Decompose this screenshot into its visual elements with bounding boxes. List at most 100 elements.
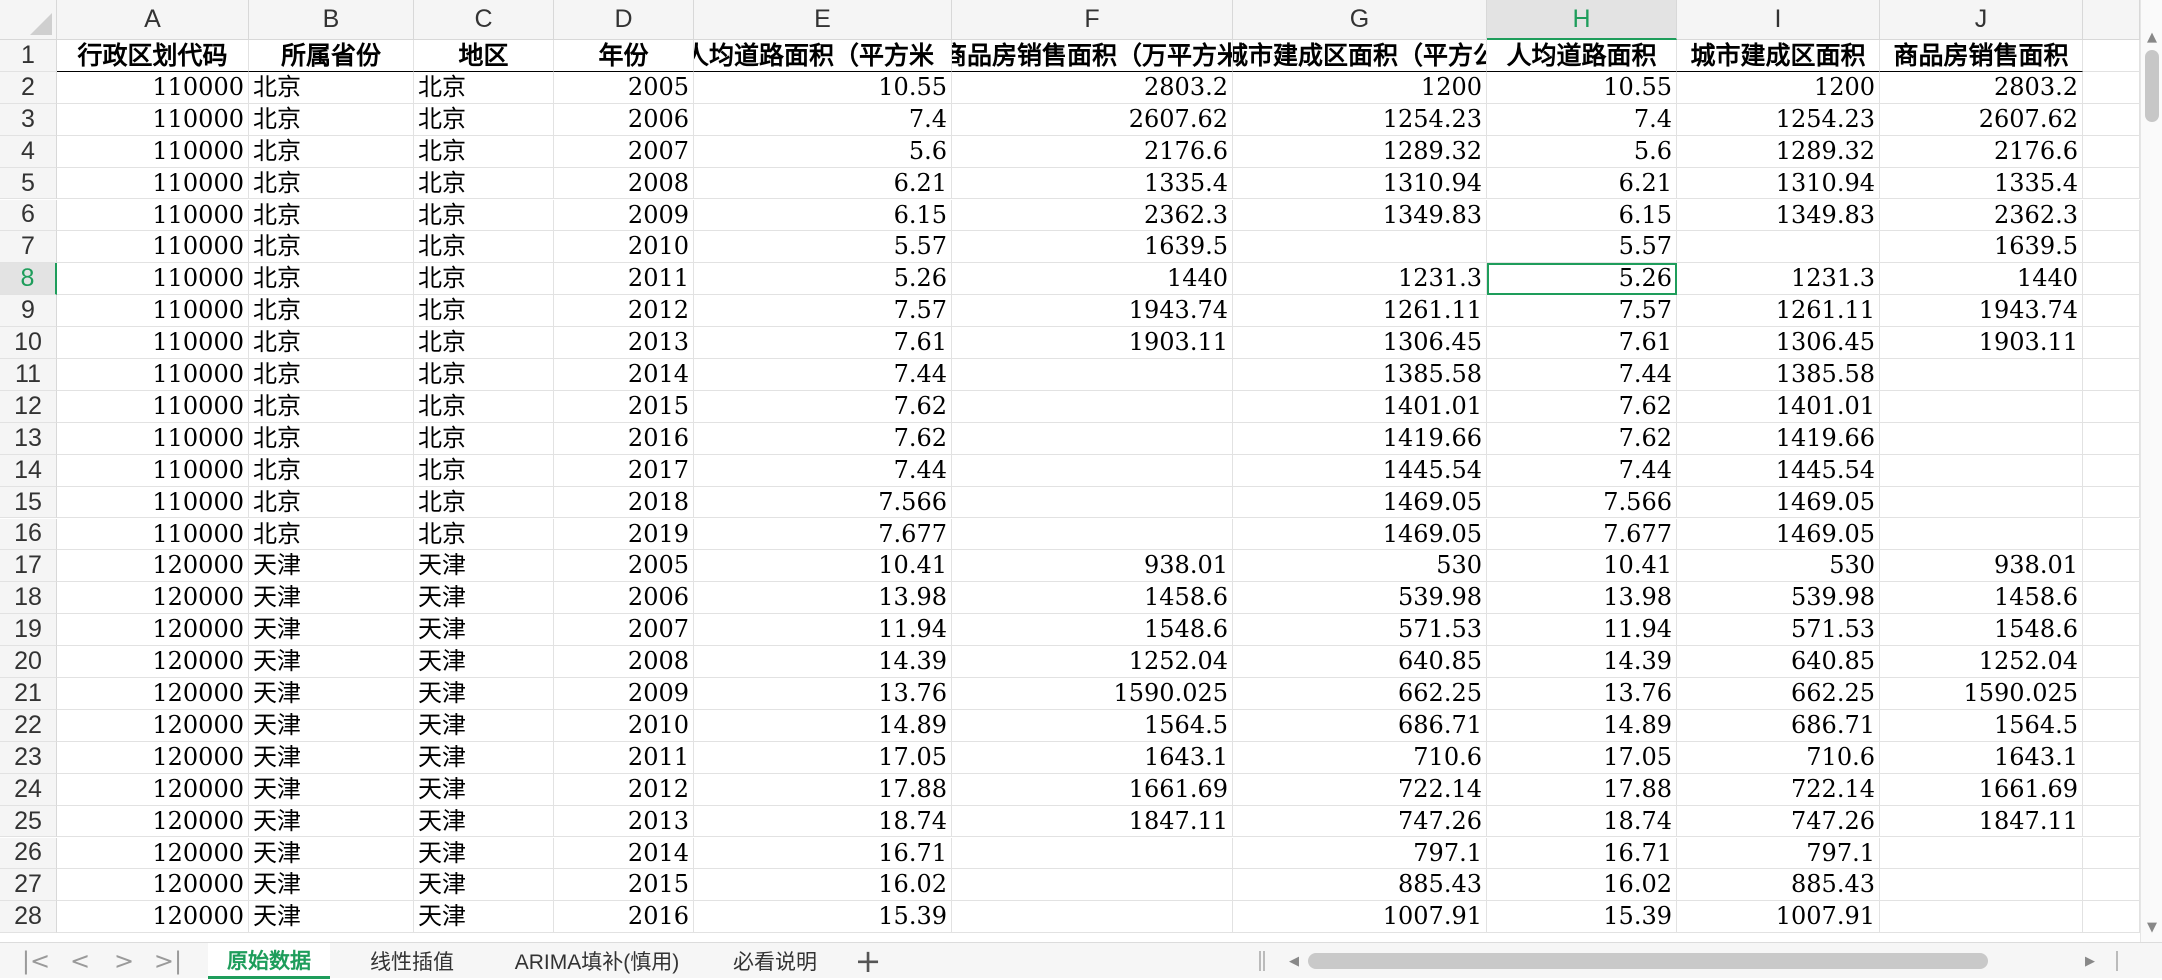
grid-cell[interactable]: 7.62: [1487, 390, 1677, 423]
grid-cell[interactable]: 10.55: [1487, 71, 1677, 104]
grid-cell[interactable]: 2015: [554, 869, 694, 902]
grid-cell[interactable]: [1880, 390, 2083, 423]
header-cell[interactable]: 所属省份: [249, 40, 414, 72]
grid-cell[interactable]: 2011: [554, 741, 694, 774]
grid-cell[interactable]: 6.21: [694, 167, 952, 200]
grid-cell[interactable]: 1335.4: [1880, 167, 2083, 200]
grid-cell[interactable]: 6.21: [1487, 167, 1677, 200]
grid-cell[interactable]: 天津: [414, 582, 554, 615]
row-header-22[interactable]: 22: [0, 709, 57, 742]
grid-cell[interactable]: 1310.94: [1677, 167, 1880, 200]
grid-cell[interactable]: [952, 901, 1233, 934]
grid-cell[interactable]: 7.566: [1487, 486, 1677, 519]
row-header-2[interactable]: 2: [0, 71, 57, 104]
grid-cell[interactable]: 17.88: [694, 773, 952, 806]
grid-cell[interactable]: 1903.11: [1880, 327, 2083, 359]
grid-cell[interactable]: 110000: [57, 231, 249, 264]
empty-cell[interactable]: [2083, 199, 2140, 232]
grid-cell[interactable]: 北京: [249, 231, 414, 264]
tab-must-read[interactable]: 必看说明: [710, 943, 840, 979]
grid-cell[interactable]: 1349.83: [1677, 199, 1880, 232]
grid-cell[interactable]: 天津: [414, 741, 554, 774]
horizontal-scrollbar[interactable]: ◀ ▶: [1283, 950, 2103, 972]
grid-cell[interactable]: 16.02: [694, 869, 952, 902]
empty-cell[interactable]: [2083, 901, 2140, 934]
grid-cell[interactable]: [952, 390, 1233, 423]
next-sheet-icon[interactable]: >: [106, 943, 142, 979]
grid-cell[interactable]: 13.98: [1487, 582, 1677, 615]
grid-cell[interactable]: 1469.05: [1677, 486, 1880, 519]
grid-cell[interactable]: 1445.54: [1233, 454, 1487, 487]
grid-cell[interactable]: 天津: [249, 614, 414, 647]
row-header-27[interactable]: 27: [0, 869, 57, 902]
grid-cell[interactable]: 2607.62: [1880, 103, 2083, 136]
row-header-1[interactable]: 1: [0, 40, 57, 72]
grid-cell[interactable]: 1564.5: [952, 709, 1233, 742]
first-sheet-icon[interactable]: |<: [18, 943, 54, 979]
grid-cell[interactable]: 1385.58: [1233, 359, 1487, 391]
empty-cell[interactable]: [2083, 518, 2140, 551]
empty-cell[interactable]: [2083, 263, 2140, 296]
grid-cell[interactable]: 14.89: [694, 709, 952, 742]
grid-cell[interactable]: 110000: [57, 167, 249, 200]
grid-cell[interactable]: 天津: [249, 582, 414, 615]
grid-cell[interactable]: 6.15: [694, 199, 952, 232]
grid-cell[interactable]: 北京: [249, 486, 414, 519]
grid-cell[interactable]: 1943.74: [1880, 295, 2083, 328]
grid-cell[interactable]: 120000: [57, 837, 249, 870]
row-header-14[interactable]: 14: [0, 454, 57, 487]
grid-cell[interactable]: 5.26: [694, 263, 952, 296]
grid-cell[interactable]: 530: [1233, 550, 1487, 583]
grid-cell[interactable]: 110000: [57, 199, 249, 232]
grid-cell[interactable]: 797.1: [1677, 837, 1880, 870]
grid-cell[interactable]: 797.1: [1233, 837, 1487, 870]
header-cell[interactable]: 城市建成区面积: [1677, 40, 1880, 72]
grid-cell[interactable]: 北京: [414, 390, 554, 423]
grid-cell[interactable]: 1252.04: [952, 646, 1233, 678]
grid-cell[interactable]: 2014: [554, 359, 694, 391]
row-header-4[interactable]: 4: [0, 135, 57, 168]
grid-cell[interactable]: 7.4: [694, 103, 952, 136]
grid-cell[interactable]: 11.94: [694, 614, 952, 647]
grid-cell[interactable]: 北京: [249, 135, 414, 168]
grid-cell[interactable]: 14.39: [694, 646, 952, 678]
empty-cell[interactable]: [2083, 422, 2140, 455]
grid-cell[interactable]: 北京: [414, 454, 554, 487]
row-header-8[interactable]: 8: [0, 263, 57, 296]
empty-cell[interactable]: [2083, 709, 2140, 742]
grid-cell[interactable]: 15.39: [1487, 901, 1677, 934]
grid-cell[interactable]: 7.57: [1487, 295, 1677, 328]
grid-cell[interactable]: 722.14: [1677, 773, 1880, 806]
grid-cell[interactable]: 北京: [414, 135, 554, 168]
grid-cell[interactable]: 571.53: [1233, 614, 1487, 647]
grid-cell[interactable]: 14.39: [1487, 646, 1677, 678]
grid-cell[interactable]: 10.41: [694, 550, 952, 583]
grid-cell[interactable]: 120000: [57, 582, 249, 615]
grid-cell[interactable]: 1401.01: [1677, 390, 1880, 423]
grid-cell[interactable]: 1847.11: [1880, 805, 2083, 838]
grid-cell[interactable]: 2005: [554, 550, 694, 583]
row-header-26[interactable]: 26: [0, 837, 57, 870]
empty-cell[interactable]: [2083, 231, 2140, 264]
grid-cell[interactable]: 2362.3: [1880, 199, 2083, 232]
grid-cell[interactable]: 110000: [57, 359, 249, 391]
grid-cell[interactable]: 120000: [57, 614, 249, 647]
row-header-11[interactable]: 11: [0, 359, 57, 391]
grid-cell[interactable]: 1643.1: [1880, 741, 2083, 774]
grid-cell[interactable]: 539.98: [1233, 582, 1487, 615]
grid-cell[interactable]: 天津: [249, 773, 414, 806]
vertical-scrollbar[interactable]: ▲ ▼: [2140, 0, 2162, 942]
grid-cell[interactable]: 2010: [554, 709, 694, 742]
grid-cell[interactable]: 2176.6: [952, 135, 1233, 168]
row-header-28[interactable]: 28: [0, 901, 57, 934]
grid-cell[interactable]: 640.85: [1233, 646, 1487, 678]
grid-cell[interactable]: 120000: [57, 646, 249, 678]
row-header-9[interactable]: 9: [0, 295, 57, 328]
grid-cell[interactable]: [1677, 231, 1880, 264]
grid-cell[interactable]: [952, 454, 1233, 487]
grid-cell[interactable]: 2009: [554, 199, 694, 232]
grid-cell[interactable]: 天津: [249, 678, 414, 710]
grid-cell[interactable]: 2008: [554, 646, 694, 678]
empty-cell[interactable]: [2083, 550, 2140, 583]
grid-cell[interactable]: 7.62: [1487, 422, 1677, 455]
